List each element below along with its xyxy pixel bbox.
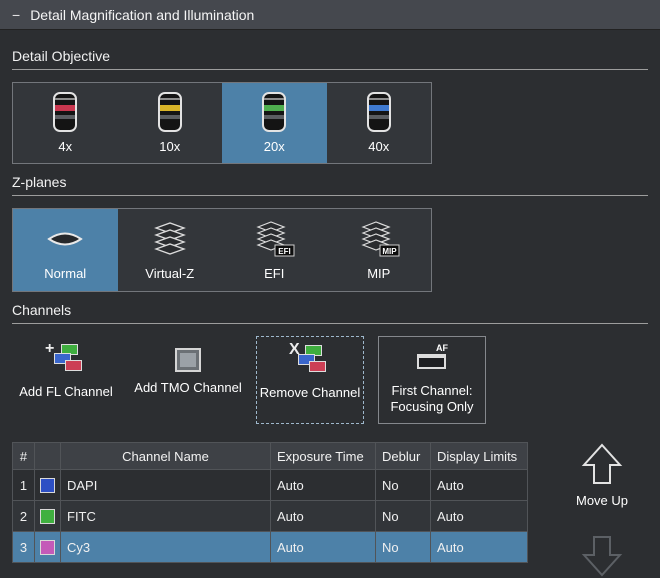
move-up-arrow-icon [579, 442, 625, 486]
z-plane-option-virtual-z[interactable]: Virtual-Z [118, 209, 223, 291]
objective-option-20x[interactable]: 20x [222, 83, 327, 163]
z-plane-label: Normal [44, 266, 86, 281]
panel-header[interactable]: − Detail Magnification and Illumination [0, 0, 660, 30]
objective-lens-icon [367, 92, 391, 132]
z-plane-label: MIP [367, 266, 390, 281]
display-limits-cell: Auto [431, 470, 527, 501]
section-divider [12, 69, 648, 70]
display-limits-cell: Auto [431, 501, 527, 532]
move-up-button[interactable] [579, 442, 625, 489]
color-swatch-cell [35, 501, 61, 532]
z-plane-option-normal[interactable]: Normal [13, 209, 118, 291]
header-deblur: Deblur [376, 443, 431, 470]
button-label: First Channel: Focusing Only [379, 383, 485, 416]
button-label: Add FL Channel [19, 384, 112, 400]
move-down-button[interactable] [579, 534, 625, 578]
channel-table: # Channel Name Exposure Time Deblur Disp… [12, 442, 528, 563]
channel-name-cell: FITC [61, 501, 271, 532]
deblur-cell: No [376, 470, 431, 501]
color-swatch[interactable] [40, 540, 55, 555]
normal-lens-icon [43, 219, 87, 259]
color-swatch-cell [35, 470, 61, 501]
row-num: 1 [13, 470, 35, 501]
deblur-cell: No [376, 532, 431, 563]
table-row-fitc[interactable]: 2 FITC Auto No Auto [13, 501, 527, 532]
z-plane-label: Virtual-Z [145, 266, 194, 281]
objective-option-label: 40x [368, 139, 389, 154]
section-title-channels: Channels [12, 302, 648, 318]
display-limits-cell: Auto [431, 532, 527, 563]
section-divider [12, 323, 648, 324]
z-planes-group: Normal Virtual-Z EFI [12, 208, 432, 292]
virtual-z-stack-icon [148, 219, 192, 259]
channel-name-cell: DAPI [61, 470, 271, 501]
detail-panel: − Detail Magnification and Illumination … [0, 0, 660, 578]
button-label: Remove Channel [260, 385, 360, 401]
move-up-label: Move Up [576, 493, 628, 508]
table-row-dapi[interactable]: 1 DAPI Auto No Auto [13, 470, 527, 501]
efi-stack-icon: EFI [252, 219, 296, 259]
exposure-cell: Auto [271, 470, 376, 501]
header-limits: Display Limits [431, 443, 527, 470]
add-fl-channel-button[interactable]: + Add FL Channel [12, 336, 120, 424]
objective-group: 4x 10x 20x 40x [12, 82, 432, 164]
objective-lens-icon [158, 92, 182, 132]
remove-channel-icon: X [289, 345, 331, 377]
objective-option-40x[interactable]: 40x [327, 83, 432, 163]
objective-option-label: 10x [159, 139, 180, 154]
add-tmo-channel-button[interactable]: Add TMO Channel [134, 336, 242, 424]
row-num: 3 [13, 532, 35, 563]
svg-text:EFI: EFI [279, 247, 291, 256]
objective-option-label: 20x [264, 139, 285, 154]
channel-buttons: + Add FL Channel Add TMO Channel X Remov… [12, 336, 648, 424]
add-fl-channel-icon: + [45, 344, 87, 376]
exposure-cell: Auto [271, 501, 376, 532]
color-swatch[interactable] [40, 509, 55, 524]
row-num: 2 [13, 501, 35, 532]
objective-option-label: 4x [58, 139, 72, 154]
mip-stack-icon: MIP [357, 219, 401, 259]
add-tmo-channel-icon [175, 348, 201, 372]
header-name: Channel Name [61, 443, 271, 470]
section-title-z-planes: Z-planes [12, 174, 648, 190]
deblur-cell: No [376, 501, 431, 532]
section-title-detail-objective: Detail Objective [12, 48, 648, 64]
z-plane-label: EFI [264, 266, 284, 281]
panel-title: Detail Magnification and Illumination [30, 7, 254, 23]
objective-lens-icon [262, 92, 286, 132]
first-channel-focusing-only-button[interactable]: AF First Channel: Focusing Only [378, 336, 486, 424]
header-exposure: Exposure Time [271, 443, 376, 470]
move-controls: Move Up [576, 442, 628, 578]
z-plane-option-mip[interactable]: MIP MIP [327, 209, 432, 291]
svg-text:MIP: MIP [382, 247, 397, 256]
button-label: Add TMO Channel [134, 380, 241, 396]
exposure-cell: Auto [271, 532, 376, 563]
remove-channel-button[interactable]: X Remove Channel [256, 336, 364, 424]
section-divider [12, 195, 648, 196]
objective-lens-icon [53, 92, 77, 132]
objective-option-10x[interactable]: 10x [118, 83, 223, 163]
channel-name-cell: Cy3 [61, 532, 271, 563]
collapse-icon[interactable]: − [12, 7, 20, 23]
header-num: # [13, 443, 35, 470]
channel-table-header: # Channel Name Exposure Time Deblur Disp… [13, 443, 527, 470]
color-swatch-cell [35, 532, 61, 563]
objective-option-4x[interactable]: 4x [13, 83, 118, 163]
move-down-arrow-icon [579, 534, 625, 578]
color-swatch[interactable] [40, 478, 55, 493]
header-color [35, 443, 61, 470]
z-plane-option-efi[interactable]: EFI EFI [222, 209, 327, 291]
table-row-cy3[interactable]: 3 Cy3 Auto No Auto [13, 532, 527, 563]
autofocus-icon: AF [415, 345, 449, 375]
